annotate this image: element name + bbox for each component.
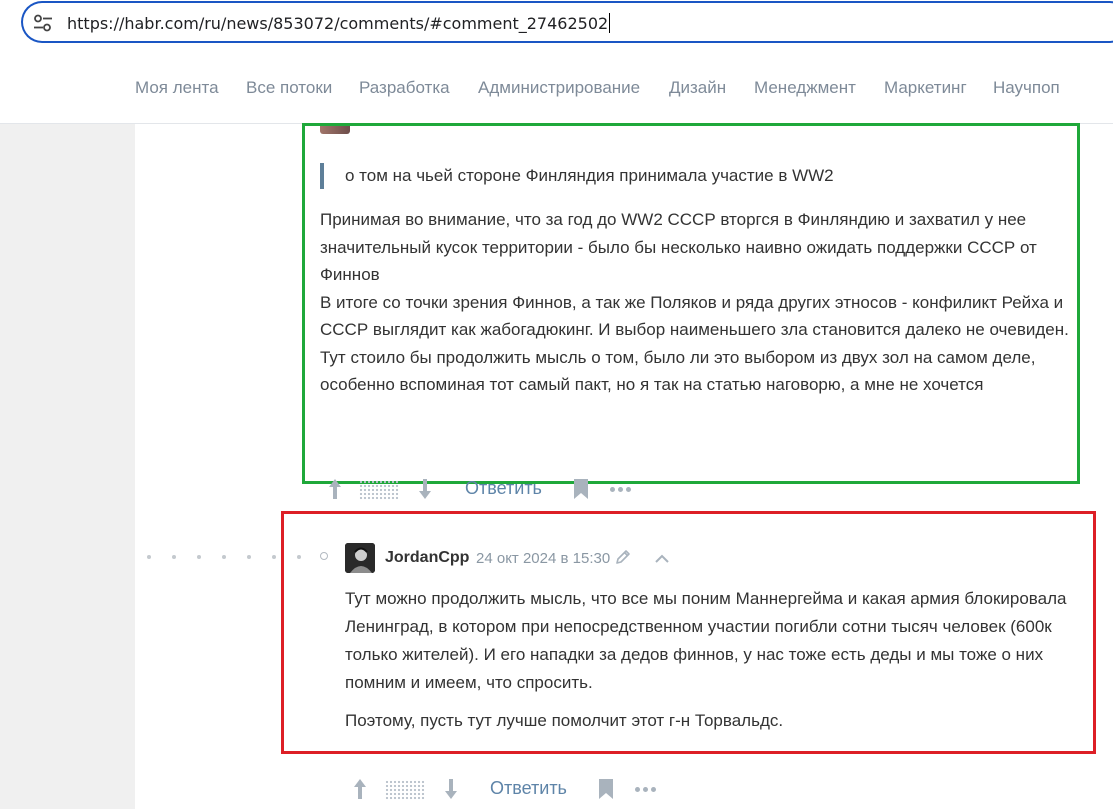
thread-indent-dot [272,555,276,559]
bookmark-icon[interactable] [573,479,589,499]
arrow-up-icon[interactable] [326,477,344,501]
comment-timestamp[interactable]: 24 окт 2024 в 15:30 [476,550,610,567]
nav-item-administration[interactable]: Администрирование [478,78,640,98]
thread-indent-dot [197,555,201,559]
arrow-up-icon[interactable] [351,777,369,801]
more-dots-icon[interactable] [610,487,634,492]
comment-body: Принимая во внимание, что за год до WW2 … [320,206,1075,399]
comment-paragraph: Поэтому, пусть тут лучше помолчит этот г… [345,711,784,730]
thread-indent-dot [147,555,151,559]
tune-icon[interactable] [33,14,53,32]
vote-score [359,480,399,500]
reply-button[interactable]: Ответить [490,778,567,799]
nav-item-all-streams[interactable]: Все потоки [246,78,332,98]
thread-indent-dot [222,555,226,559]
comment-paragraph: Тут стоило бы продолжить мысль о том, бы… [320,347,1036,395]
more-dots-icon[interactable] [635,787,659,792]
nav-item-management[interactable]: Менеджмент [754,78,856,98]
url-field[interactable]: https://habr.com/ru/news/853072/comments… [21,1,1113,43]
vote-score [385,780,425,800]
arrow-down-icon[interactable] [442,777,460,801]
pencil-icon [616,550,630,564]
browser-address-bar: https://habr.com/ru/news/853072/comments… [0,0,1113,52]
nav-item-marketing[interactable]: Маркетинг [884,78,967,98]
url-text[interactable]: https://habr.com/ru/news/853072/comments… [67,13,611,33]
nav-item-popular-science[interactable]: Научпоп [993,78,1060,98]
nav-item-my-feed[interactable]: Моя лента [135,78,219,98]
nav-item-design[interactable]: Дизайн [669,78,726,98]
comment-body: Тут можно продолжить мысль, что все мы п… [345,585,1080,735]
comment-username[interactable]: JordanCpp [385,549,469,567]
hub-navigation: Моя лента Все потоки Разработка Админист… [0,52,1113,124]
comment-paragraph: Тут можно продолжить мысль, что все мы п… [345,589,1067,692]
comment-quote: о том на чьей стороне Финляндия принимал… [320,163,834,189]
avatar[interactable] [345,543,375,573]
comment-actions: Ответить [326,477,646,505]
comment-actions: Ответить [351,777,671,805]
thread-indent-dot [247,555,251,559]
bookmark-icon[interactable] [598,779,614,799]
thread-indent-dot [172,555,176,559]
avatar-image [345,543,375,573]
nav-item-development[interactable]: Разработка [359,78,450,98]
comment-paragraph: В итоге со точки зрения Финнов, а так же… [320,292,1069,340]
chevron-up-icon[interactable] [654,552,670,564]
arrow-down-icon[interactable] [416,477,434,501]
comment-paragraph: Принимая во внимание, что за год до WW2 … [320,210,1037,284]
text-caret [609,13,611,33]
reply-button[interactable]: Ответить [465,478,542,499]
